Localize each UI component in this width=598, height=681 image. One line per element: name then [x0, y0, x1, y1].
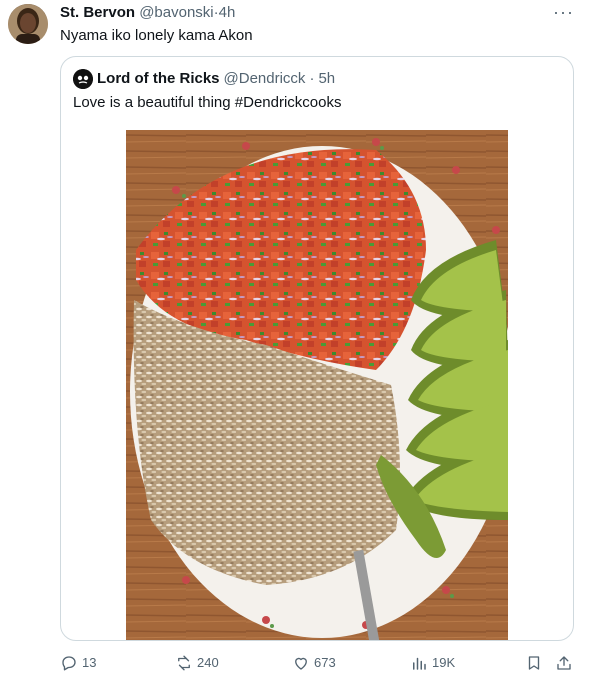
bookmark-button[interactable]	[525, 650, 547, 676]
avatar[interactable]	[8, 4, 48, 44]
quoted-user-handle[interactable]: @Dendricck	[224, 69, 306, 89]
share-icon	[557, 656, 571, 670]
tweet: St. Bervon @bavonski·4h ··· Nyama iko lo…	[0, 0, 598, 681]
share-button[interactable]	[555, 650, 577, 676]
bookmark-icon	[528, 656, 540, 670]
views-button[interactable]: 19K	[410, 650, 455, 676]
quoted-avatar	[73, 69, 93, 89]
quoted-tweet[interactable]: Lord of the Ricks @Dendricck · 5h Love i…	[60, 56, 574, 641]
quoted-tweet-text: Love is a beautiful thing #Dendrickcooks	[73, 94, 342, 111]
tweet-text: Nyama iko lonely kama Akon	[60, 27, 253, 44]
display-name[interactable]: St. Bervon	[60, 4, 135, 21]
user-handle[interactable]: @bavonski	[139, 4, 213, 21]
reply-button[interactable]: 13	[60, 650, 96, 676]
food-photo[interactable]	[126, 130, 508, 640]
quoted-display-name[interactable]: Lord of the Ricks	[97, 69, 220, 89]
heart-icon	[295, 657, 307, 670]
views-count: 19K	[432, 655, 456, 670]
quoted-header: Lord of the Ricks @Dendricck · 5h	[73, 69, 335, 89]
retweet-button[interactable]: 240	[175, 650, 219, 676]
reply-count: 13	[82, 655, 97, 670]
tweet-header: St. Bervon @bavonski·4h	[60, 4, 235, 22]
timestamp[interactable]: 4h	[219, 4, 236, 21]
like-count: 673	[314, 655, 336, 670]
action-bar: 13 240 673 19K	[0, 650, 598, 676]
retweet-count: 240	[197, 655, 219, 670]
like-button[interactable]: 673	[292, 650, 336, 676]
quoted-timestamp[interactable]: 5h	[318, 69, 335, 89]
quoted-separator-dot: ·	[309, 70, 315, 87]
analytics-icon	[413, 657, 426, 670]
retweet-icon	[178, 655, 190, 671]
reply-icon	[62, 656, 76, 671]
more-horizontal-icon[interactable]: ···	[553, 3, 574, 21]
